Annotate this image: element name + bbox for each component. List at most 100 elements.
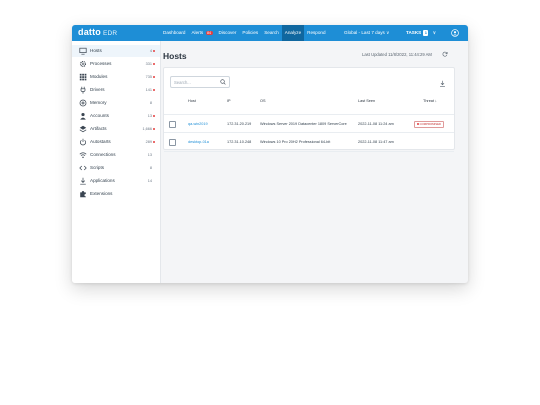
sidebar-item-hosts[interactable]: Hosts 4 <box>72 45 160 57</box>
gear-icon <box>79 60 87 68</box>
top-navbar: datto EDR Dashboard Alerts 84 Discover Po… <box>72 25 468 41</box>
sidebar-item-label: Accounts <box>90 113 109 118</box>
alert-dot <box>153 115 155 117</box>
column-header-host[interactable]: Host <box>188 99 196 103</box>
sidebar-item-label: Hosts <box>90 48 102 53</box>
sidebar: Hosts 4 Processes 331 Modules 735 Driver… <box>72 41 161 283</box>
last-updated-text: Last Updated 11/8/2022, 11:44:29 AM <box>362 52 432 57</box>
code-icon <box>79 165 87 171</box>
alert-dot <box>153 141 155 143</box>
power-icon <box>80 138 86 146</box>
alert-dot <box>153 76 155 78</box>
sidebar-item-count: 13 <box>147 114 152 118</box>
brand-logo[interactable]: datto EDR <box>78 27 117 37</box>
sidebar-item-accounts[interactable]: Accounts 13 <box>72 110 160 122</box>
host-link[interactable]: desktop-01a <box>188 133 209 151</box>
nav-alerts-label: Alerts <box>191 30 204 35</box>
sidebar-item-processes[interactable]: Processes 331 <box>72 58 160 70</box>
user-account-icon[interactable] <box>451 29 459 37</box>
user-icon <box>80 112 86 120</box>
threat-status-text: COMPROMISED <box>419 122 442 126</box>
alert-dot <box>153 63 155 65</box>
tasks-label: TASKS <box>406 30 422 35</box>
tasks-chevron: ∨ <box>432 30 437 35</box>
refresh-icon[interactable] <box>442 51 448 57</box>
sidebar-item-label: Applications <box>90 178 115 183</box>
sidebar-item-count: 8 <box>149 101 152 105</box>
sidebar-item-autostarts[interactable]: Autostarts 289 <box>72 136 160 148</box>
host-link[interactable]: qa-win2019 <box>188 115 208 133</box>
sidebar-item-extensions[interactable]: Extensions <box>72 188 160 200</box>
tasks-button[interactable]: TASKS 1 ∨ <box>406 25 436 41</box>
sidebar-item-count: 14 <box>147 179 152 183</box>
last-seen-cell: 2022-11-08 11:24 am <box>358 122 394 126</box>
app-window: datto EDR Dashboard Alerts 84 Discover Po… <box>72 25 468 283</box>
sidebar-item-applications[interactable]: Applications 14 <box>72 175 160 187</box>
layers-icon <box>79 125 87 133</box>
nav-respond[interactable]: Respond <box>304 25 328 41</box>
tasks-count: 1 <box>423 30 429 36</box>
table-row[interactable]: qa-win2019 172.31.20.219 Windows Server … <box>164 114 454 133</box>
sidebar-item-artifacts[interactable]: Artifacts 1,666 <box>72 123 160 135</box>
main-nav: Dashboard Alerts 84 Discover Policies Se… <box>160 25 329 41</box>
alert-dot <box>153 128 155 130</box>
sidebar-item-label: Processes <box>90 61 112 66</box>
sidebar-item-drivers[interactable]: Drivers 141 <box>72 84 160 96</box>
row-checkbox[interactable] <box>169 139 176 146</box>
column-header-last-seen[interactable]: Last Seen <box>358 99 375 103</box>
column-header-ip[interactable]: IP <box>227 99 231 103</box>
column-header-os[interactable]: OS <box>260 99 266 103</box>
sidebar-item-count: 13 <box>147 153 152 157</box>
threat-dot-icon <box>417 123 419 126</box>
alerts-count-badge: 84 <box>205 31 213 35</box>
column-header-threat[interactable]: Threat ↓ <box>423 99 437 103</box>
ip-cell: 172.31.20.219 <box>227 122 252 126</box>
sidebar-item-connections[interactable]: Connections 13 <box>72 149 160 161</box>
sidebar-item-scripts[interactable]: Scripts 8 <box>72 162 160 174</box>
sidebar-item-label: Scripts <box>90 165 105 170</box>
sidebar-item-label: Autostarts <box>90 139 111 144</box>
alert-dot <box>153 50 155 52</box>
monitor-icon <box>79 47 87 55</box>
sidebar-item-label: Drivers <box>90 87 105 92</box>
sidebar-item-modules[interactable]: Modules 735 <box>72 71 160 83</box>
last-seen-cell: 2022-11-08 11:47 am <box>358 140 394 144</box>
search-input[interactable] <box>174 78 214 86</box>
sidebar-item-label: Artifacts <box>90 126 107 131</box>
nav-discover[interactable]: Discover <box>216 25 240 41</box>
sidebar-item-label: Extensions <box>90 191 113 196</box>
scope-selector[interactable]: Global - Last 7 days ∨ <box>344 25 390 41</box>
sidebar-item-memory[interactable]: Memory 8 <box>72 97 160 109</box>
sidebar-item-count: 331 <box>145 62 152 66</box>
alert-dot <box>153 89 155 91</box>
nav-search[interactable]: Search <box>261 25 282 41</box>
os-cell: Windows 10 Pro 20H2 Professional 64-bit <box>260 140 331 144</box>
wifi-icon <box>79 152 87 159</box>
export-download-icon[interactable] <box>439 80 446 87</box>
search-icon[interactable] <box>220 79 226 85</box>
row-checkbox[interactable] <box>169 121 176 128</box>
hosts-table-panel: Host IP OS Last Seen Threat ↓ qa-win2019… <box>163 67 455 152</box>
grid-icon <box>79 73 87 81</box>
sidebar-item-label: Connections <box>90 152 116 157</box>
brand-name: datto <box>78 27 101 37</box>
sidebar-item-count: 141 <box>145 88 152 92</box>
plug-icon <box>80 86 86 94</box>
ip-cell: 172.31.10.248 <box>227 140 252 144</box>
page-title: Hosts <box>163 51 187 61</box>
nav-analyze[interactable]: Analyze <box>281 25 305 41</box>
nav-policies[interactable]: Policies <box>239 25 261 41</box>
download-icon <box>80 177 86 185</box>
memory-icon <box>79 99 87 107</box>
threat-status-badge: COMPROMISED <box>414 121 445 128</box>
sidebar-item-count: 8 <box>149 166 152 170</box>
sidebar-item-count: 1,666 <box>142 127 152 131</box>
nav-alerts[interactable]: Alerts 84 <box>188 25 215 41</box>
sidebar-item-count: 735 <box>145 75 152 79</box>
nav-dashboard[interactable]: Dashboard <box>160 25 188 41</box>
os-cell: Windows Server 2019 Datacenter 1809 Serv… <box>260 122 347 126</box>
sidebar-item-label: Memory <box>90 100 107 105</box>
sidebar-item-count: 289 <box>145 140 152 144</box>
sidebar-item-count: 4 <box>149 49 152 53</box>
table-row[interactable]: desktop-01a 172.31.10.248 Windows 10 Pro… <box>164 132 454 152</box>
